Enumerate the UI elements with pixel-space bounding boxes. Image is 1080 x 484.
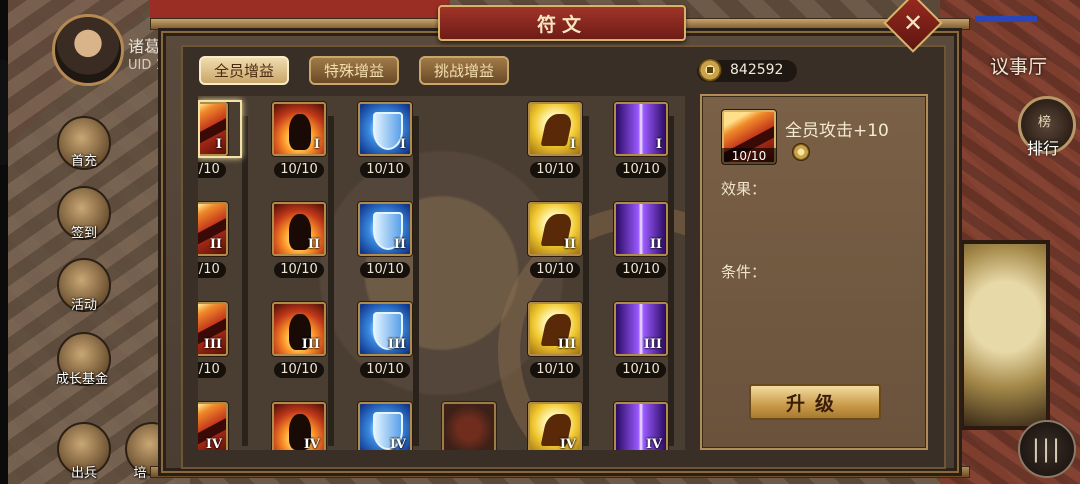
rune-run-tier-1[interactable]: I xyxy=(528,102,582,156)
player-name: 诸葛 xyxy=(128,37,161,56)
rune-fire-tier-2[interactable]: II xyxy=(272,202,326,256)
side-menu-label-sign-in: 签到 xyxy=(70,226,97,241)
rune-fire-tier-4[interactable]: IV xyxy=(272,402,326,450)
rune-tier-numeral: I xyxy=(569,137,576,152)
more-menu-icon[interactable]: ||| xyxy=(1018,420,1076,478)
currency-value: 842592 xyxy=(730,62,784,78)
rune-count: 10/10 xyxy=(274,262,324,278)
tab-challenge-buff[interactable]: 挑战增益 xyxy=(419,56,509,85)
rune-tier-numeral: II xyxy=(563,237,576,252)
rune-count: 10/10 xyxy=(530,262,580,278)
rune-sword-tier-4[interactable]: IV xyxy=(198,402,228,450)
rune-count: 10/10 xyxy=(616,262,666,278)
phone-notch xyxy=(0,60,8,165)
rune-connector xyxy=(328,116,334,446)
rune-selection-highlight xyxy=(198,100,242,158)
rune-tier-numeral: II xyxy=(307,237,320,252)
rune-fire-tier-1[interactable]: I xyxy=(272,102,326,156)
rune-beam-tier-4[interactable]: IV xyxy=(614,402,668,450)
rune-tier-numeral: IV xyxy=(389,437,406,450)
rune-tier-numeral: IV xyxy=(645,437,662,450)
rune-count: 10/10 xyxy=(274,362,324,378)
rune-grid: I10/10I10/10I10/10I10/10I10/10II10/10II1… xyxy=(198,96,685,450)
side-menu-label-growth-fund: 成长基金 xyxy=(55,372,108,387)
rune-count: 10/10 xyxy=(198,262,226,278)
side-menu-label-event: 活动 xyxy=(70,298,97,313)
rune-count: 10/10 xyxy=(530,362,580,378)
rune-run-tier-2[interactable]: II xyxy=(528,202,582,256)
rune-count: 10/10 xyxy=(360,262,410,278)
rune-tier-numeral: IV xyxy=(559,437,576,450)
detail-effect-label: 效果： xyxy=(721,180,767,198)
rune-tier-numeral: I xyxy=(655,137,662,152)
rune-beam-tier-3[interactable]: III xyxy=(614,302,668,356)
rune-connector xyxy=(583,116,589,446)
rune-shield-tier-2[interactable]: II xyxy=(358,202,412,256)
tab-all-buff[interactable]: 全员增益 xyxy=(199,56,289,85)
tab-special-buff[interactable]: 特殊增益 xyxy=(309,56,399,85)
rune-sword-tier-3[interactable]: III xyxy=(198,302,228,356)
panel-title: 符文 xyxy=(438,5,686,41)
rune-tier-numeral: IV xyxy=(303,437,320,450)
rune-connector xyxy=(668,116,674,446)
player-avatar[interactable] xyxy=(52,14,124,86)
rune-connector xyxy=(413,116,419,446)
close-icon[interactable]: ✕ xyxy=(892,2,934,44)
detail-coin-icon xyxy=(792,143,810,161)
rune-tier-numeral: III xyxy=(643,337,662,352)
council-hall-label[interactable]: 议事厅 xyxy=(990,52,1047,79)
rune-count: 10/10 xyxy=(616,162,666,178)
rank-glyph: 榜 xyxy=(1038,115,1052,130)
rune-count: 10/10 xyxy=(360,162,410,178)
detail-rune-count: 10/10 xyxy=(722,148,776,164)
detail-rune-name: 全员攻击+10 xyxy=(785,121,889,141)
rune-tier-numeral: III xyxy=(557,337,576,352)
rune-count: 10/10 xyxy=(360,362,410,378)
scene-wall xyxy=(150,0,450,20)
rune-shield-tier-3[interactable]: III xyxy=(358,302,412,356)
resource-bar xyxy=(975,16,1037,22)
rune-tier-numeral: II xyxy=(393,237,406,252)
rune-count: 10/10 xyxy=(530,162,580,178)
rune-run-tier-3[interactable]: III xyxy=(528,302,582,356)
rune-tier-numeral: III xyxy=(203,337,222,352)
rune-count: 10/10 xyxy=(616,362,666,378)
rune-beam-tier-1[interactable]: I xyxy=(614,102,668,156)
rune-tier-numeral: III xyxy=(301,337,320,352)
rune-connector xyxy=(242,116,248,446)
rune-count: 10/10 xyxy=(274,162,324,178)
side-menu-label-first-charge: 首充 xyxy=(70,154,97,169)
rune-tier-numeral: II xyxy=(649,237,662,252)
rune-tier-numeral: II xyxy=(209,237,222,252)
rune-count: 10/10 xyxy=(198,362,226,378)
rune-tier-numeral: I xyxy=(313,137,320,152)
rune-locked-tier-4[interactable] xyxy=(442,402,496,450)
rune-tier-numeral: I xyxy=(399,137,406,152)
rank-label: 排行 xyxy=(1027,139,1060,158)
rune-run-tier-4[interactable]: IV xyxy=(528,402,582,450)
rune-tier-numeral: III xyxy=(387,337,406,352)
rune-count: 10/10 xyxy=(198,162,226,178)
rune-shield-tier-1[interactable]: I xyxy=(358,102,412,156)
rune-fire-tier-3[interactable]: III xyxy=(272,302,326,356)
rune-shield-tier-4[interactable]: IV xyxy=(358,402,412,450)
rune-tier-numeral: IV xyxy=(205,437,222,450)
detail-condition-label: 条件： xyxy=(721,263,767,281)
rune-beam-tier-2[interactable]: II xyxy=(614,202,668,256)
scene-painting xyxy=(960,240,1050,430)
coin-icon xyxy=(698,58,722,82)
upgrade-button[interactable]: 升级 xyxy=(749,384,881,420)
rune-sword-tier-2[interactable]: II xyxy=(198,202,228,256)
